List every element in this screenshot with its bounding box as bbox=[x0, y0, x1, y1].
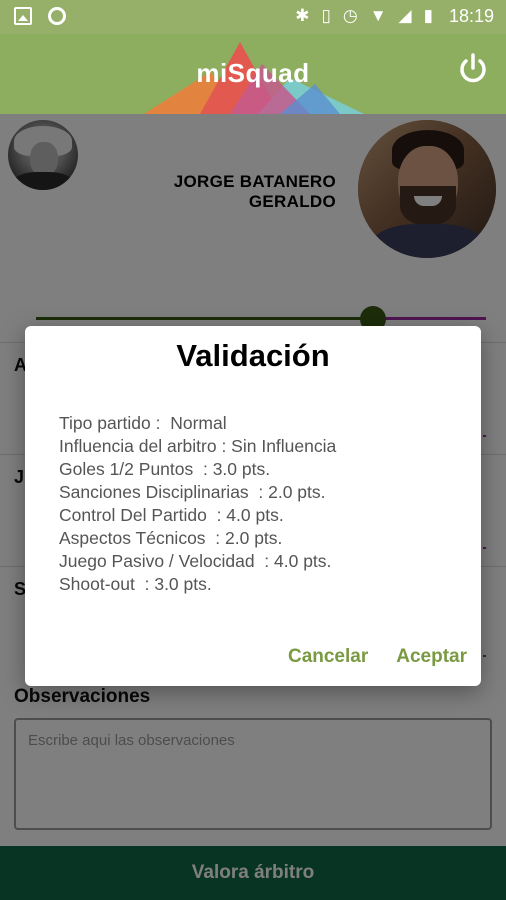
dialog-body: Tipo partido : Normal Influencia del arb… bbox=[59, 412, 336, 596]
circle-icon bbox=[48, 7, 66, 25]
wifi-icon: ▼ bbox=[369, 6, 387, 25]
status-bar: ✱ ▯ ◷ ▼ ◢ ▮ 18:19 bbox=[0, 0, 506, 34]
dialog-title: Validación bbox=[176, 338, 330, 373]
validation-dialog: Validación Tipo partido : Normal Influen… bbox=[25, 326, 481, 686]
clock: 18:19 bbox=[448, 5, 494, 26]
signal-icon: ◢ bbox=[398, 6, 412, 25]
bluetooth-icon: ✱ bbox=[295, 6, 310, 25]
power-icon[interactable] bbox=[456, 52, 490, 86]
dialog-line: Control Del Partido : 4.0 pts. bbox=[59, 505, 284, 525]
app-title: miSquad bbox=[196, 58, 310, 88]
dialog-line: Tipo partido : Normal bbox=[59, 413, 227, 433]
dialog-line: Sanciones Disciplinarias : 2.0 pts. bbox=[59, 482, 326, 502]
vibrate-icon: ▯ bbox=[321, 6, 331, 25]
dialog-line: Shoot-out : 3.0 pts. bbox=[59, 574, 212, 594]
dialog-line: Aspectos Técnicos : 2.0 pts. bbox=[59, 528, 283, 548]
image-icon bbox=[14, 7, 32, 25]
app-bar: miSquad bbox=[0, 34, 506, 114]
dialog-line: Goles 1/2 Puntos : 3.0 pts. bbox=[59, 459, 271, 479]
dialog-line: Influencia del arbitro : Sin Influencia bbox=[59, 436, 337, 456]
cancel-button[interactable]: Cancelar bbox=[288, 646, 368, 668]
battery-icon: ▮ bbox=[423, 6, 433, 25]
accept-button[interactable]: Aceptar bbox=[396, 646, 467, 668]
alarm-icon: ◷ bbox=[342, 6, 358, 25]
dialog-line: Juego Pasivo / Velocidad : 4.0 pts. bbox=[59, 551, 332, 571]
